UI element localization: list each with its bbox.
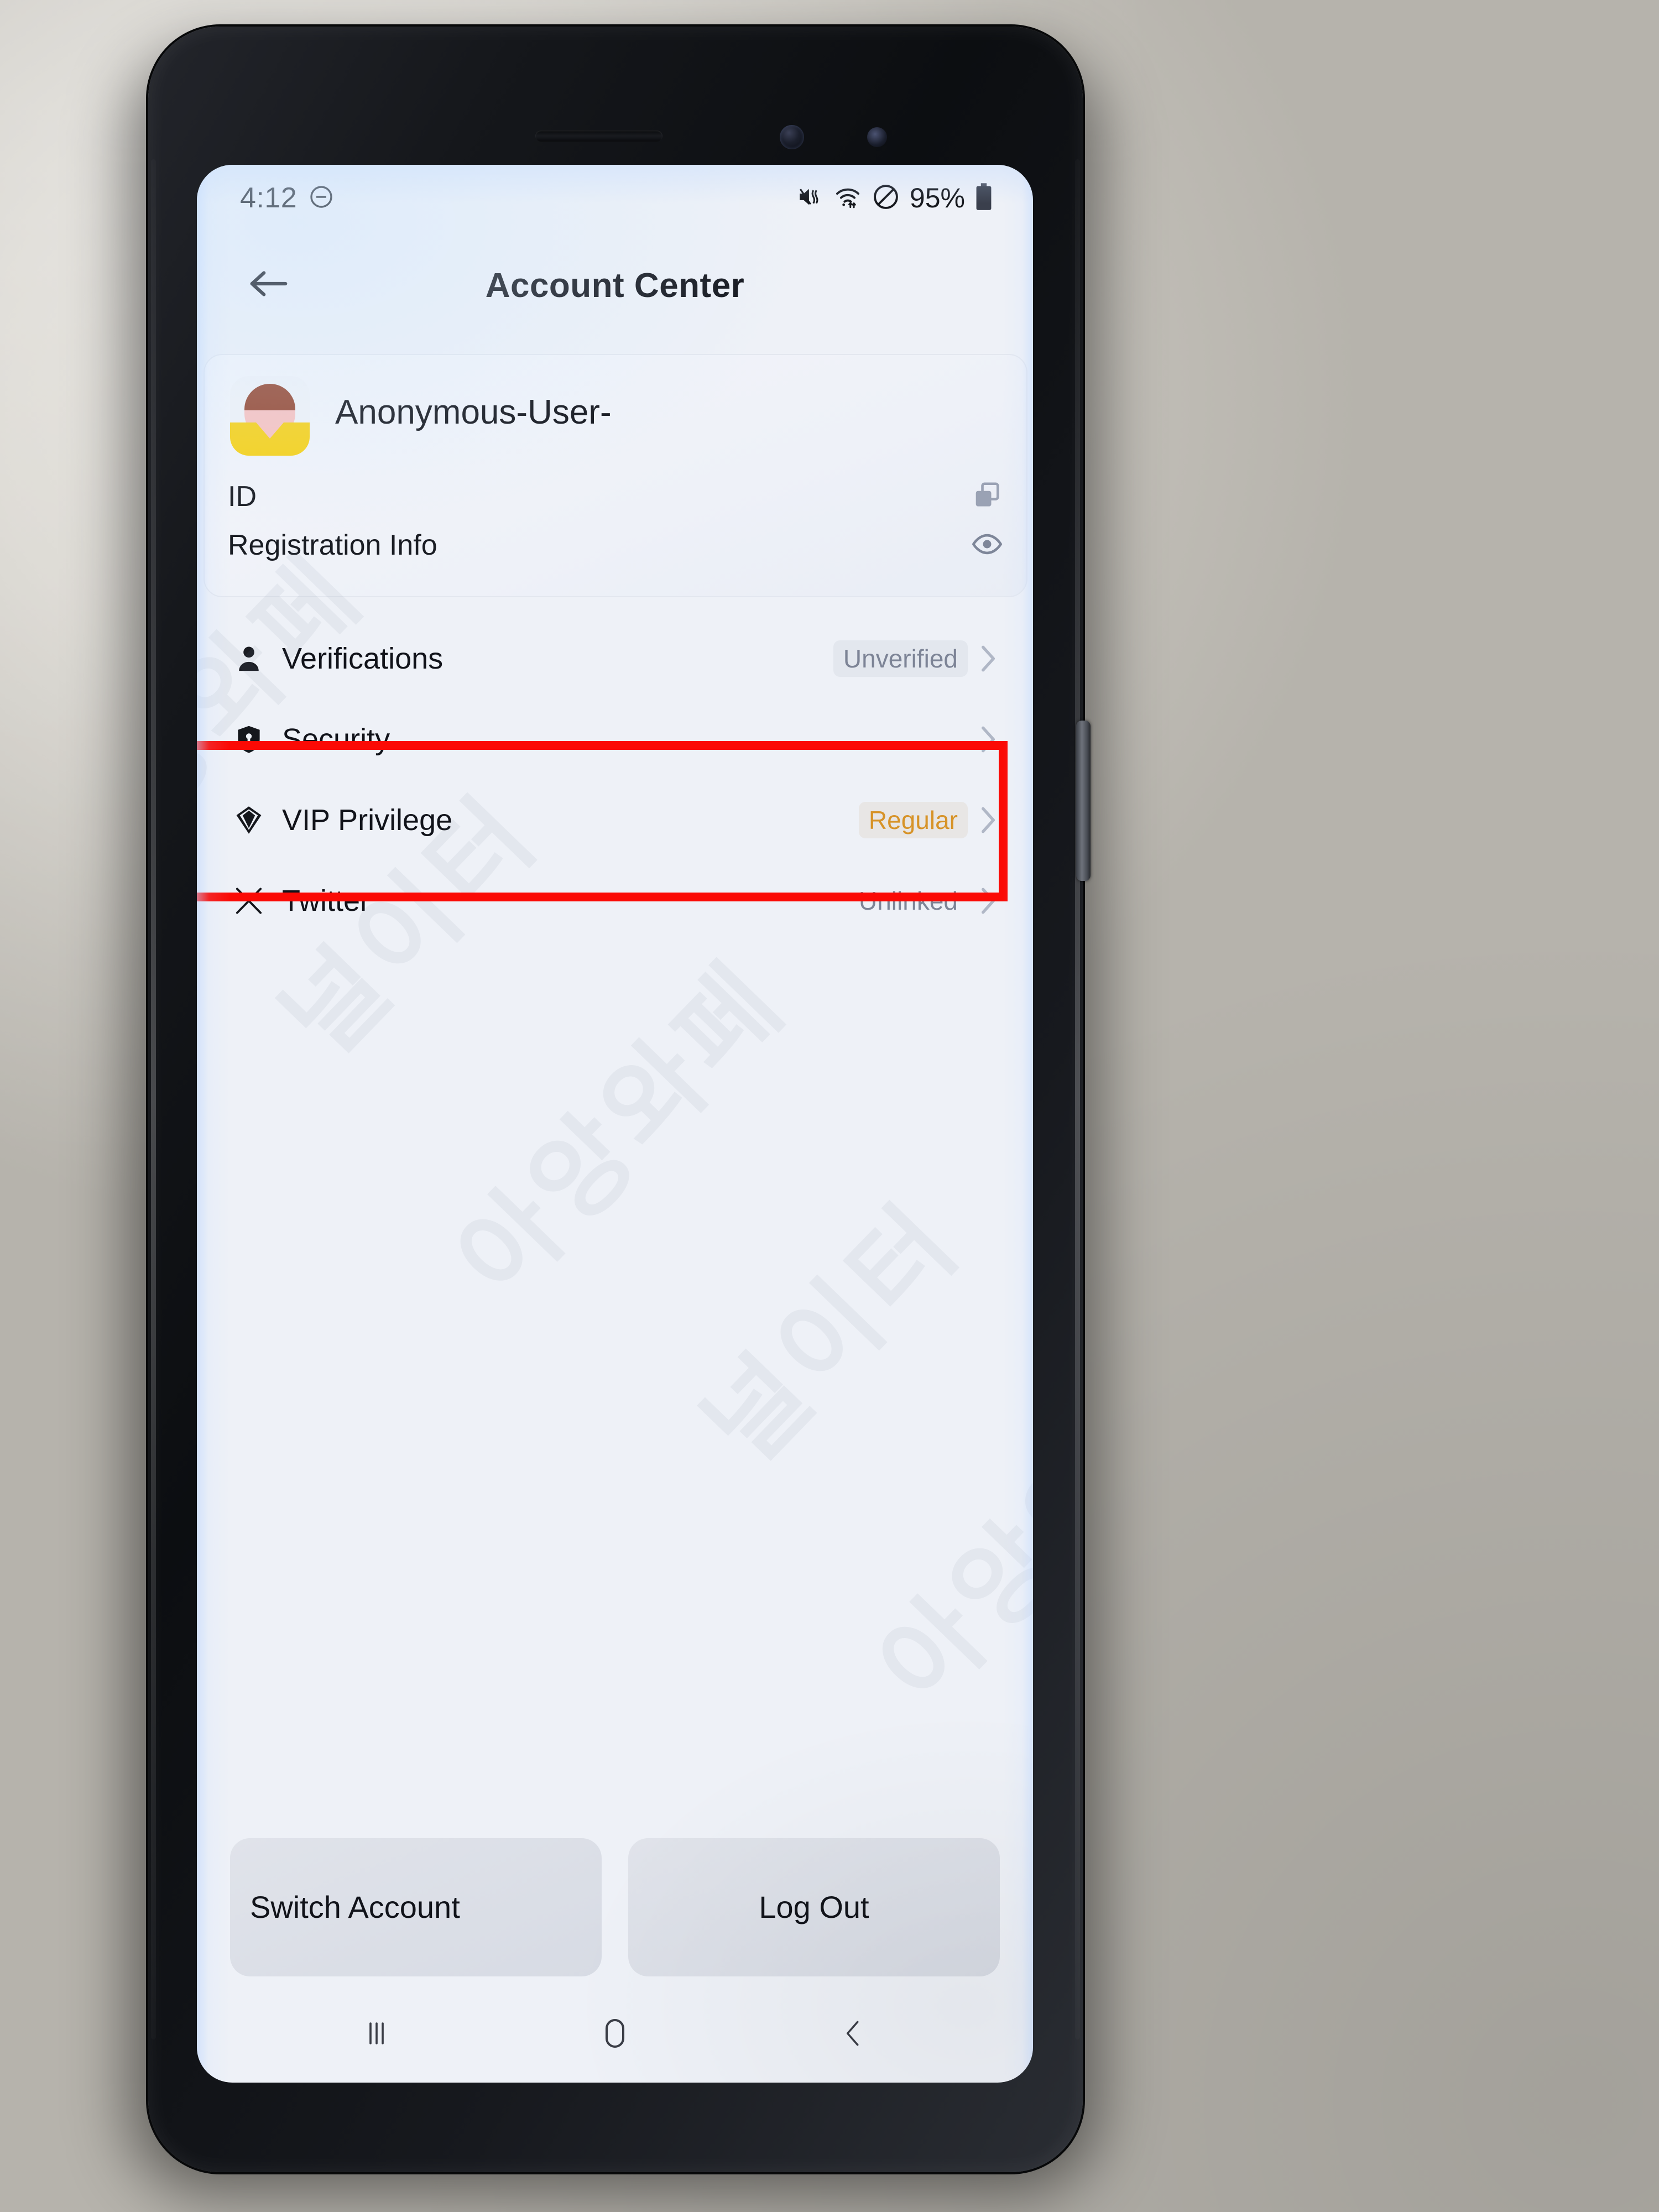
switch-account-label: Switch Account (250, 1890, 460, 1924)
twitter-status-badge: Unlinked (859, 886, 958, 915)
menu-item-twitter-right: Unlinked (849, 883, 999, 919)
front-camera-icon (780, 125, 804, 149)
iris-sensor-icon (867, 127, 887, 147)
chevron-right-icon (977, 885, 999, 917)
chevron-right-icon (977, 643, 999, 675)
vip-status-badge: Regular (858, 802, 968, 838)
avatar[interactable] (230, 376, 310, 456)
app-header: Account Center (197, 247, 1033, 324)
status-clock: 4:12 (240, 182, 298, 214)
copy-icon[interactable] (971, 479, 1003, 514)
avatar-hair (244, 384, 295, 411)
eye-icon[interactable] (971, 528, 1003, 563)
log-out-button[interactable]: Log Out (628, 1838, 1000, 1976)
home-icon[interactable] (582, 2000, 648, 2067)
person-icon (231, 643, 267, 674)
chevron-right-icon (977, 804, 999, 836)
phone-screen: 4:12 95% Account Center Anonymous-User- … (197, 165, 1033, 2083)
shield-icon (231, 724, 267, 755)
menu-item-verifications-label: Verifications (282, 642, 444, 675)
page-title: Account Center (485, 266, 745, 305)
menu-item-security-label: Security (282, 723, 390, 756)
mute-vibrate-icon (796, 183, 824, 213)
earpiece-speaker (535, 131, 662, 142)
menu-item-vip-privilege-right: Regular (858, 802, 999, 838)
x-twitter-icon (231, 886, 267, 916)
bottom-actions: Switch Account Log Out (197, 1838, 1033, 1976)
back-button[interactable] (243, 259, 293, 309)
power-button[interactable] (1076, 721, 1091, 881)
profile-card: Anonymous-User- ID Registration Info (204, 354, 1027, 597)
menu-item-vip-privilege-label: VIP Privilege (282, 804, 453, 837)
switch-account-button[interactable]: Switch Account (230, 1838, 602, 1976)
menu-item-security[interactable]: Security (231, 699, 999, 780)
profile-row-registration-label: Registration Info (228, 529, 437, 561)
menu-item-security-right (977, 723, 999, 755)
log-out-label: Log Out (759, 1890, 869, 1924)
status-bar: 4:12 95% (197, 165, 1033, 231)
content-area: Anonymous-User- ID Registration Info Ver… (197, 330, 1033, 2083)
menu-item-vip-privilege[interactable]: VIP Privilege Regular (231, 780, 999, 860)
battery-percent-label: 95% (909, 182, 965, 213)
diamond-icon (231, 805, 267, 836)
menu-item-verifications[interactable]: Verifications Unverified (231, 618, 999, 699)
status-bar-right: 95% (796, 182, 993, 214)
profile-row-registration-info[interactable]: Registration Info (228, 521, 1003, 570)
minus-circle-icon (308, 184, 335, 213)
battery-icon (974, 182, 993, 214)
profile-name: Anonymous-User- (335, 393, 612, 431)
status-bar-left: 4:12 (240, 181, 335, 215)
profile-row-id-label: ID (228, 481, 257, 513)
android-nav-bar (197, 1984, 1033, 2083)
phone-left-edge-highlight (151, 159, 156, 2039)
chevron-right-icon (977, 723, 999, 755)
menu-item-twitter-label: Twitter (282, 884, 371, 917)
back-icon[interactable] (820, 2000, 886, 2067)
verifications-status-badge: Unverified (833, 640, 968, 677)
do-not-disturb-icon (872, 182, 900, 214)
wifi-icon (833, 182, 862, 214)
menu-item-twitter[interactable]: Twitter Unlinked (231, 860, 999, 941)
profile-row-id[interactable]: ID (228, 472, 1003, 521)
menu-item-verifications-right: Unverified (833, 640, 999, 677)
phone-device: 4:12 95% Account Center Anonymous-User- … (148, 27, 1091, 2172)
settings-menu: Verifications Unverified Security VIP Pr… (197, 618, 1033, 941)
recents-icon[interactable] (343, 2000, 410, 2067)
phone-right-edge-highlight (1075, 159, 1080, 2039)
